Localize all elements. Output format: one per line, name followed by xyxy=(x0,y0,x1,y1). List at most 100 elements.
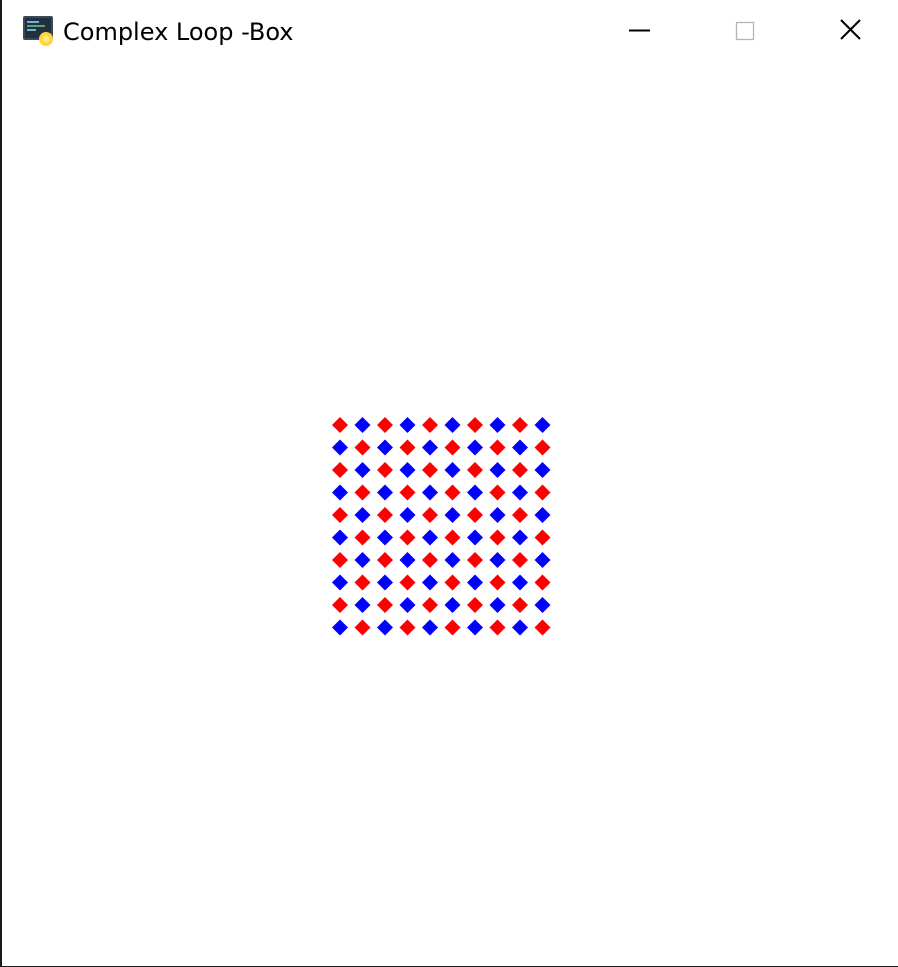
diamond-marker xyxy=(444,529,461,546)
diamond-marker xyxy=(489,417,506,433)
maximize-button[interactable] xyxy=(692,0,796,62)
window-title: Complex Loop -Box xyxy=(63,18,294,46)
diamond-marker xyxy=(332,507,348,523)
diamond-marker xyxy=(354,462,371,478)
diamond-marker xyxy=(467,529,483,546)
diamond-marker xyxy=(377,439,393,456)
diamond-marker xyxy=(354,552,371,568)
diamond-marker xyxy=(354,529,371,546)
diamond-marker xyxy=(512,507,528,523)
diamond-marker xyxy=(377,619,393,636)
diamond-marker xyxy=(332,462,348,478)
diamond-marker xyxy=(377,484,393,501)
diamond-marker xyxy=(489,574,506,591)
diamond-marker xyxy=(467,574,483,591)
diamond-marker xyxy=(399,507,416,523)
diamond-marker xyxy=(399,462,416,478)
diamond-marker xyxy=(422,597,438,613)
diamond-marker xyxy=(422,552,438,568)
diamond-marker xyxy=(422,462,438,478)
diamond-marker xyxy=(422,484,438,501)
diamond-marker xyxy=(467,597,483,613)
diamond-marker xyxy=(534,619,551,636)
diamond-marker xyxy=(467,439,483,456)
diamond-marker xyxy=(332,619,348,636)
diamond-marker xyxy=(512,619,528,636)
diamond-marker xyxy=(377,529,393,546)
diamond-marker xyxy=(489,507,506,523)
diamond-marker xyxy=(512,574,528,591)
drawing-canvas xyxy=(2,64,898,966)
diamond-marker xyxy=(467,507,483,523)
diamond-marker xyxy=(377,597,393,613)
diamond-marker xyxy=(489,529,506,546)
diamond-marker xyxy=(444,597,461,613)
diamond-marker xyxy=(534,484,551,501)
diamond-marker xyxy=(399,529,416,546)
diamond-marker xyxy=(467,462,483,478)
diamond-marker xyxy=(332,597,348,613)
diamond-marker xyxy=(512,529,528,546)
diamond-marker xyxy=(489,439,506,456)
diamond-marker xyxy=(377,462,393,478)
diamond-marker xyxy=(354,484,371,501)
diamond-marker xyxy=(534,417,551,433)
diamond-marker xyxy=(332,574,348,591)
diamond-marker xyxy=(354,619,371,636)
diamond-marker xyxy=(512,484,528,501)
diamond-marker xyxy=(512,552,528,568)
diamond-marker xyxy=(354,507,371,523)
python-idle-icon xyxy=(22,15,56,47)
diamond-marker xyxy=(354,417,371,433)
diamond-marker xyxy=(399,484,416,501)
diamond-marker xyxy=(534,439,551,456)
diamond-marker xyxy=(377,574,393,591)
diamond-marker xyxy=(354,574,371,591)
diamond-marker xyxy=(534,552,551,568)
diamond-marker xyxy=(489,619,506,636)
diamond-marker xyxy=(512,417,528,433)
diamond-marker xyxy=(512,597,528,613)
diamond-marker xyxy=(444,507,461,523)
diamond-marker xyxy=(444,552,461,568)
diamond-marker xyxy=(534,597,551,613)
diamond-marker xyxy=(444,619,461,636)
diamond-marker xyxy=(444,417,461,433)
diamond-marker xyxy=(489,484,506,501)
diamond-marker xyxy=(377,507,393,523)
diamond-marker xyxy=(354,439,371,456)
diamond-marker xyxy=(332,417,348,433)
diamond-marker xyxy=(422,417,438,433)
diamond-marker xyxy=(399,574,416,591)
diamond-marker xyxy=(444,439,461,456)
diamond-marker xyxy=(512,462,528,478)
diamond-marker xyxy=(489,597,506,613)
diamond-marker xyxy=(534,507,551,523)
diamond-marker xyxy=(489,462,506,478)
diamond-marker xyxy=(534,462,551,478)
diamond-marker xyxy=(512,439,528,456)
diamond-marker xyxy=(489,552,506,568)
diamond-marker xyxy=(444,574,461,591)
diamond-marker xyxy=(467,619,483,636)
diamond-marker xyxy=(444,484,461,501)
title-bar[interactable]: Complex Loop -Box xyxy=(2,0,898,64)
diamond-marker xyxy=(422,507,438,523)
minimize-button[interactable] xyxy=(587,0,691,62)
diamond-marker xyxy=(467,552,483,568)
diamond-marker xyxy=(422,574,438,591)
diamond-marker xyxy=(399,552,416,568)
diamond-marker xyxy=(377,417,393,433)
diamond-marker xyxy=(467,484,483,501)
app-window: Complex Loop -Box xyxy=(0,0,898,967)
diamond-marker xyxy=(399,417,416,433)
diamond-marker xyxy=(399,619,416,636)
diamond-marker xyxy=(467,417,483,433)
diamond-marker xyxy=(534,574,551,591)
diamond-marker xyxy=(332,439,348,456)
diamond-grid xyxy=(332,417,551,636)
diamond-marker xyxy=(422,529,438,546)
diamond-marker xyxy=(377,552,393,568)
close-button[interactable] xyxy=(798,0,898,62)
diamond-marker xyxy=(444,462,461,478)
